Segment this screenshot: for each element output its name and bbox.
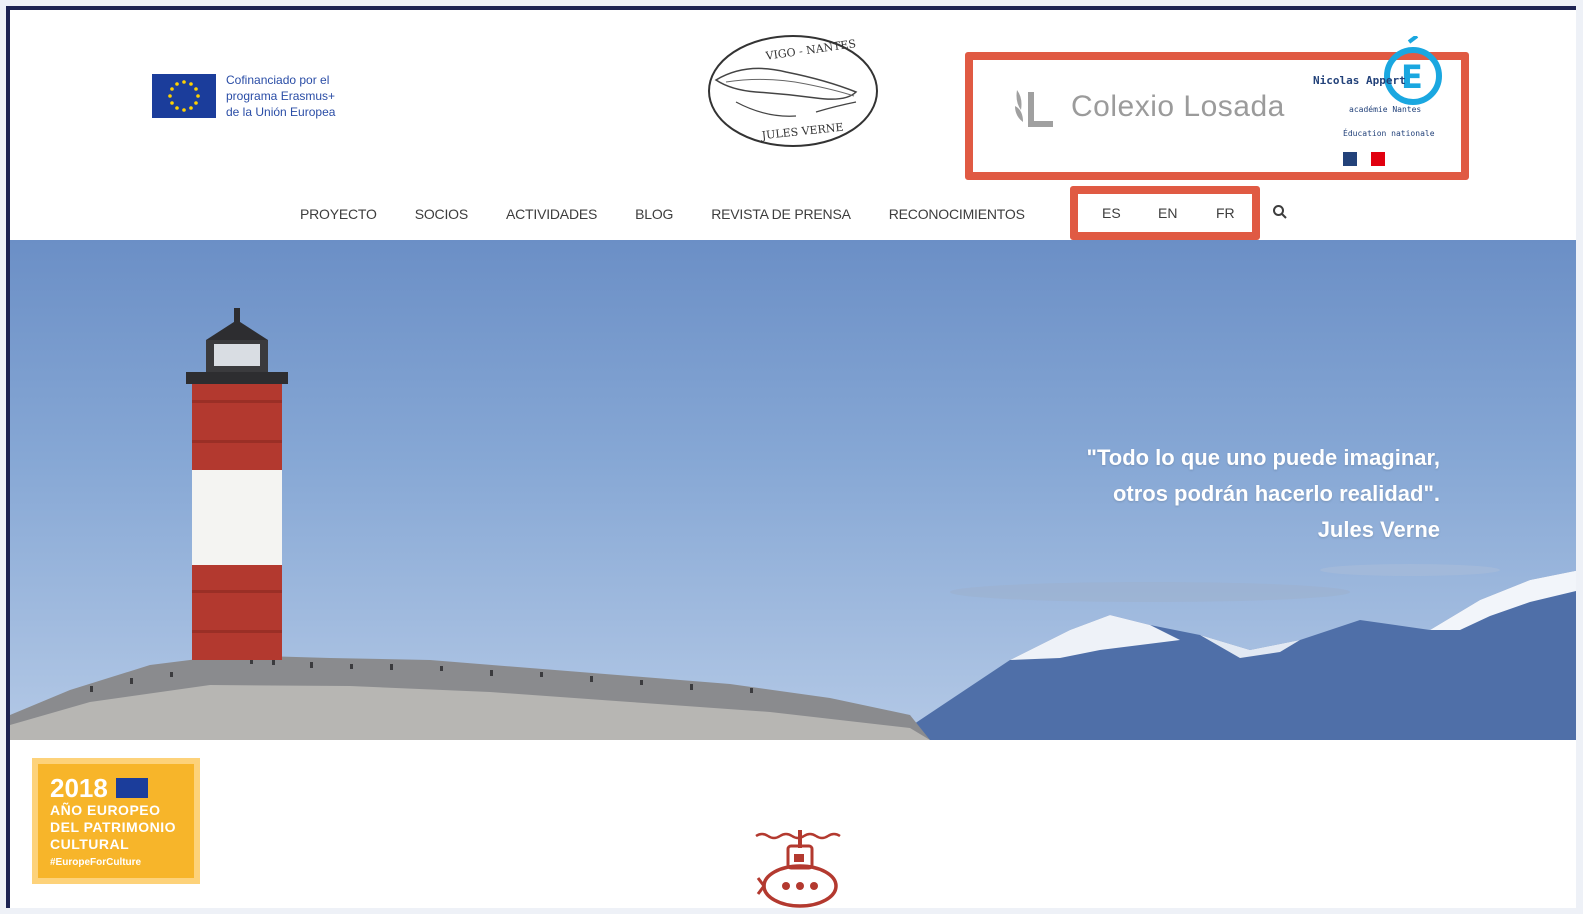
lang-fr[interactable]: FR — [1216, 205, 1235, 221]
nav-item-revista-de-prensa[interactable]: REVISTA DE PRENSA — [711, 206, 851, 222]
eu-flag-icon — [115, 778, 148, 798]
jules-verne-quote: "Todo lo que uno puede imaginar, otros p… — [1087, 440, 1440, 548]
partner-logos-highlight: Colexio Losada E Nicolas Appert académie… — [965, 36, 1469, 180]
nav-item-reconocimientos[interactable]: RECONOCIMIENTOS — [889, 206, 1025, 222]
badge-line: CULTURAL — [50, 836, 130, 852]
appert-label: Nicolas Appert — [1313, 74, 1406, 87]
eu-text-line: Cofinanciado por el — [226, 73, 330, 87]
badge-hashtag: #EuropeForCulture — [50, 857, 142, 868]
eu-cofinance-text: Cofinanciado por el programa Erasmus+ de… — [226, 72, 335, 120]
nav-item-actividades[interactable]: ACTIVIDADES — [506, 206, 597, 222]
badge-lines: AÑO EUROPEO DEL PATRIMONIO CULTURAL — [50, 802, 182, 853]
submarine-icon — [755, 830, 841, 908]
eu-text-line: de la Unión Europea — [226, 105, 336, 119]
quote-line: otros podrán hacerlo realidad". — [1112, 481, 1440, 506]
academie-label: académie Nantes — [1349, 104, 1421, 114]
eu-flag-icon — [152, 74, 216, 118]
main-navigation: PROYECTO SOCIOS ACTIVIDADES BLOG REVISTA… — [300, 201, 1063, 227]
search-icon[interactable] — [1272, 204, 1288, 220]
browser-frame: Cofinanciado por el programa Erasmus+ de… — [6, 6, 1576, 908]
badge-line: DEL PATRIMONIO — [50, 819, 176, 835]
badge-year-text: 2018 — [50, 773, 108, 803]
european-heritage-year-badge[interactable]: 2018 AÑO EUROPEO DEL PATRIMONIO CULTURAL… — [32, 758, 200, 884]
hero-banner: "Todo lo que uno puede imaginar, otros p… — [10, 240, 1576, 740]
nav-item-proyecto[interactable]: PROYECTO — [300, 206, 377, 222]
eu-erasmus-logo[interactable]: Cofinanciado por el programa Erasmus+ de… — [152, 72, 335, 120]
lang-en[interactable]: EN — [1158, 205, 1177, 221]
colexio-losada-name[interactable]: Colexio Losada — [1071, 90, 1285, 124]
seal-top-text: VIGO - NANTES — [764, 37, 857, 63]
colexio-losada-leaf-icon — [1015, 90, 1053, 127]
lang-es[interactable]: ES — [1102, 205, 1121, 221]
quote-line: "Todo lo que uno puede imaginar, — [1086, 445, 1440, 470]
eu-text-line: programa Erasmus+ — [226, 89, 336, 103]
education-label: Éducation nationale — [1343, 127, 1435, 138]
nav-item-blog[interactable]: BLOG — [635, 206, 673, 222]
quote-author: Jules Verne — [1317, 517, 1440, 542]
vigo-nantes-seal-logo[interactable]: VIGO - NANTES JULES VERNE — [706, 32, 880, 150]
nav-item-socios[interactable]: SOCIOS — [415, 206, 468, 222]
nicolas-appert-logo[interactable]: E Nicolas Appert académie Nantes Éducati… — [1313, 36, 1443, 176]
badge-year: 2018 — [50, 774, 182, 802]
badge-line: AÑO EUROPEO — [50, 802, 161, 818]
